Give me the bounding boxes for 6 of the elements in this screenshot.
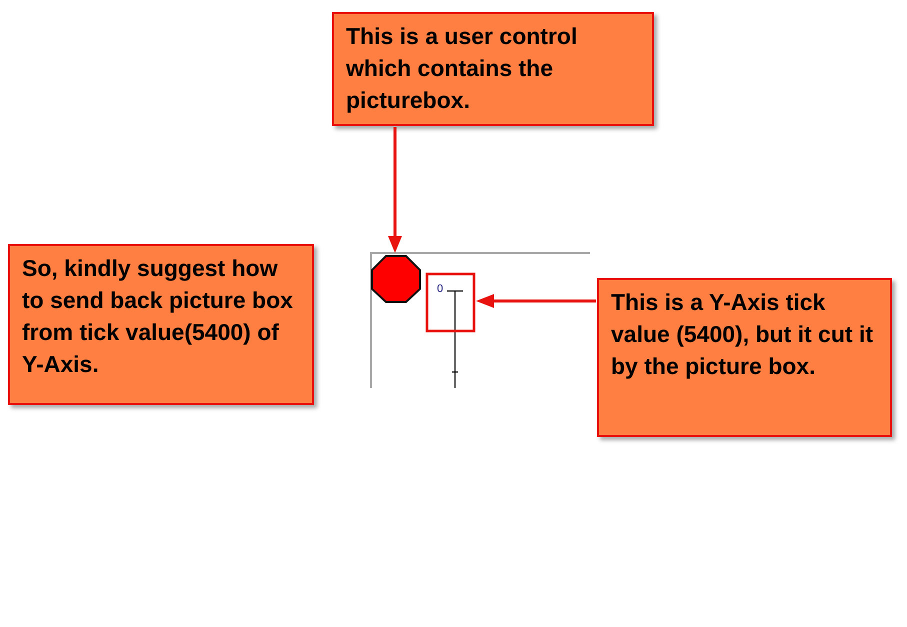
callout-note: So, kindly suggest how to send back picture box from tick value(5400) of Y-Axis. <box>8 244 314 405</box>
callout-note: This is a Y-Axis tick value (5400), but it cut it by the picture box. <box>597 278 892 437</box>
highlight-frame <box>426 272 476 332</box>
tick-label: 0 <box>437 283 444 296</box>
stop-sign-icon <box>371 255 421 303</box>
callout-note: This is a user control which contains the picturebox. <box>332 12 654 126</box>
